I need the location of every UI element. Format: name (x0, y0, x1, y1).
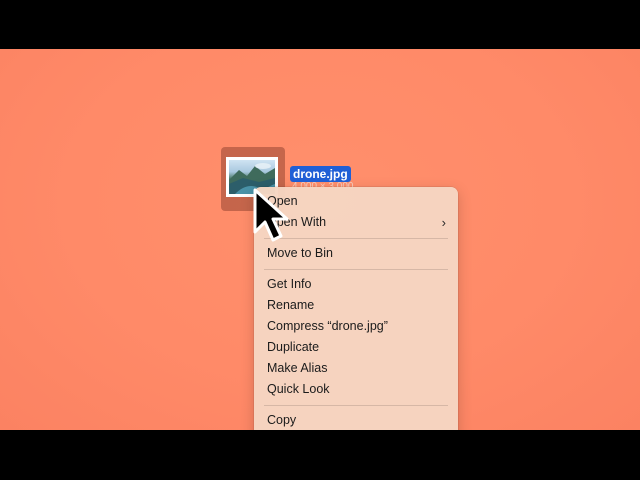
menu-item-label: Compress “drone.jpg” (267, 319, 388, 333)
chevron-right-icon: › (441, 215, 446, 230)
screen: drone.jpg 4,000 × 3,000 Open Open With ›… (0, 0, 640, 480)
menu-item-label: Rename (267, 298, 315, 312)
file-name-label[interactable]: drone.jpg (290, 166, 351, 182)
menu-item-label: Copy (267, 413, 297, 427)
menu-item-label: Move to Bin (267, 246, 334, 260)
menu-item-label: Get Info (267, 277, 312, 291)
menu-item-make-alias[interactable]: Make Alias (254, 358, 458, 379)
menu-separator (264, 405, 448, 406)
menu-item-get-info[interactable]: Get Info (254, 274, 458, 295)
menu-separator (264, 269, 448, 270)
menu-item-rename[interactable]: Rename (254, 295, 458, 316)
menu-item-label: Quick Look (267, 382, 330, 396)
menu-item-label: Make Alias (267, 361, 328, 375)
menu-item-label: Duplicate (267, 340, 320, 354)
arrow-pointer-icon (253, 188, 289, 242)
menu-item-quick-look[interactable]: Quick Look (254, 379, 458, 400)
desktop[interactable]: drone.jpg 4,000 × 3,000 Open Open With ›… (0, 49, 640, 430)
menu-item-compress[interactable]: Compress “drone.jpg” (254, 316, 458, 337)
menu-item-duplicate[interactable]: Duplicate (254, 337, 458, 358)
menu-item-copy[interactable]: Copy (254, 410, 458, 430)
